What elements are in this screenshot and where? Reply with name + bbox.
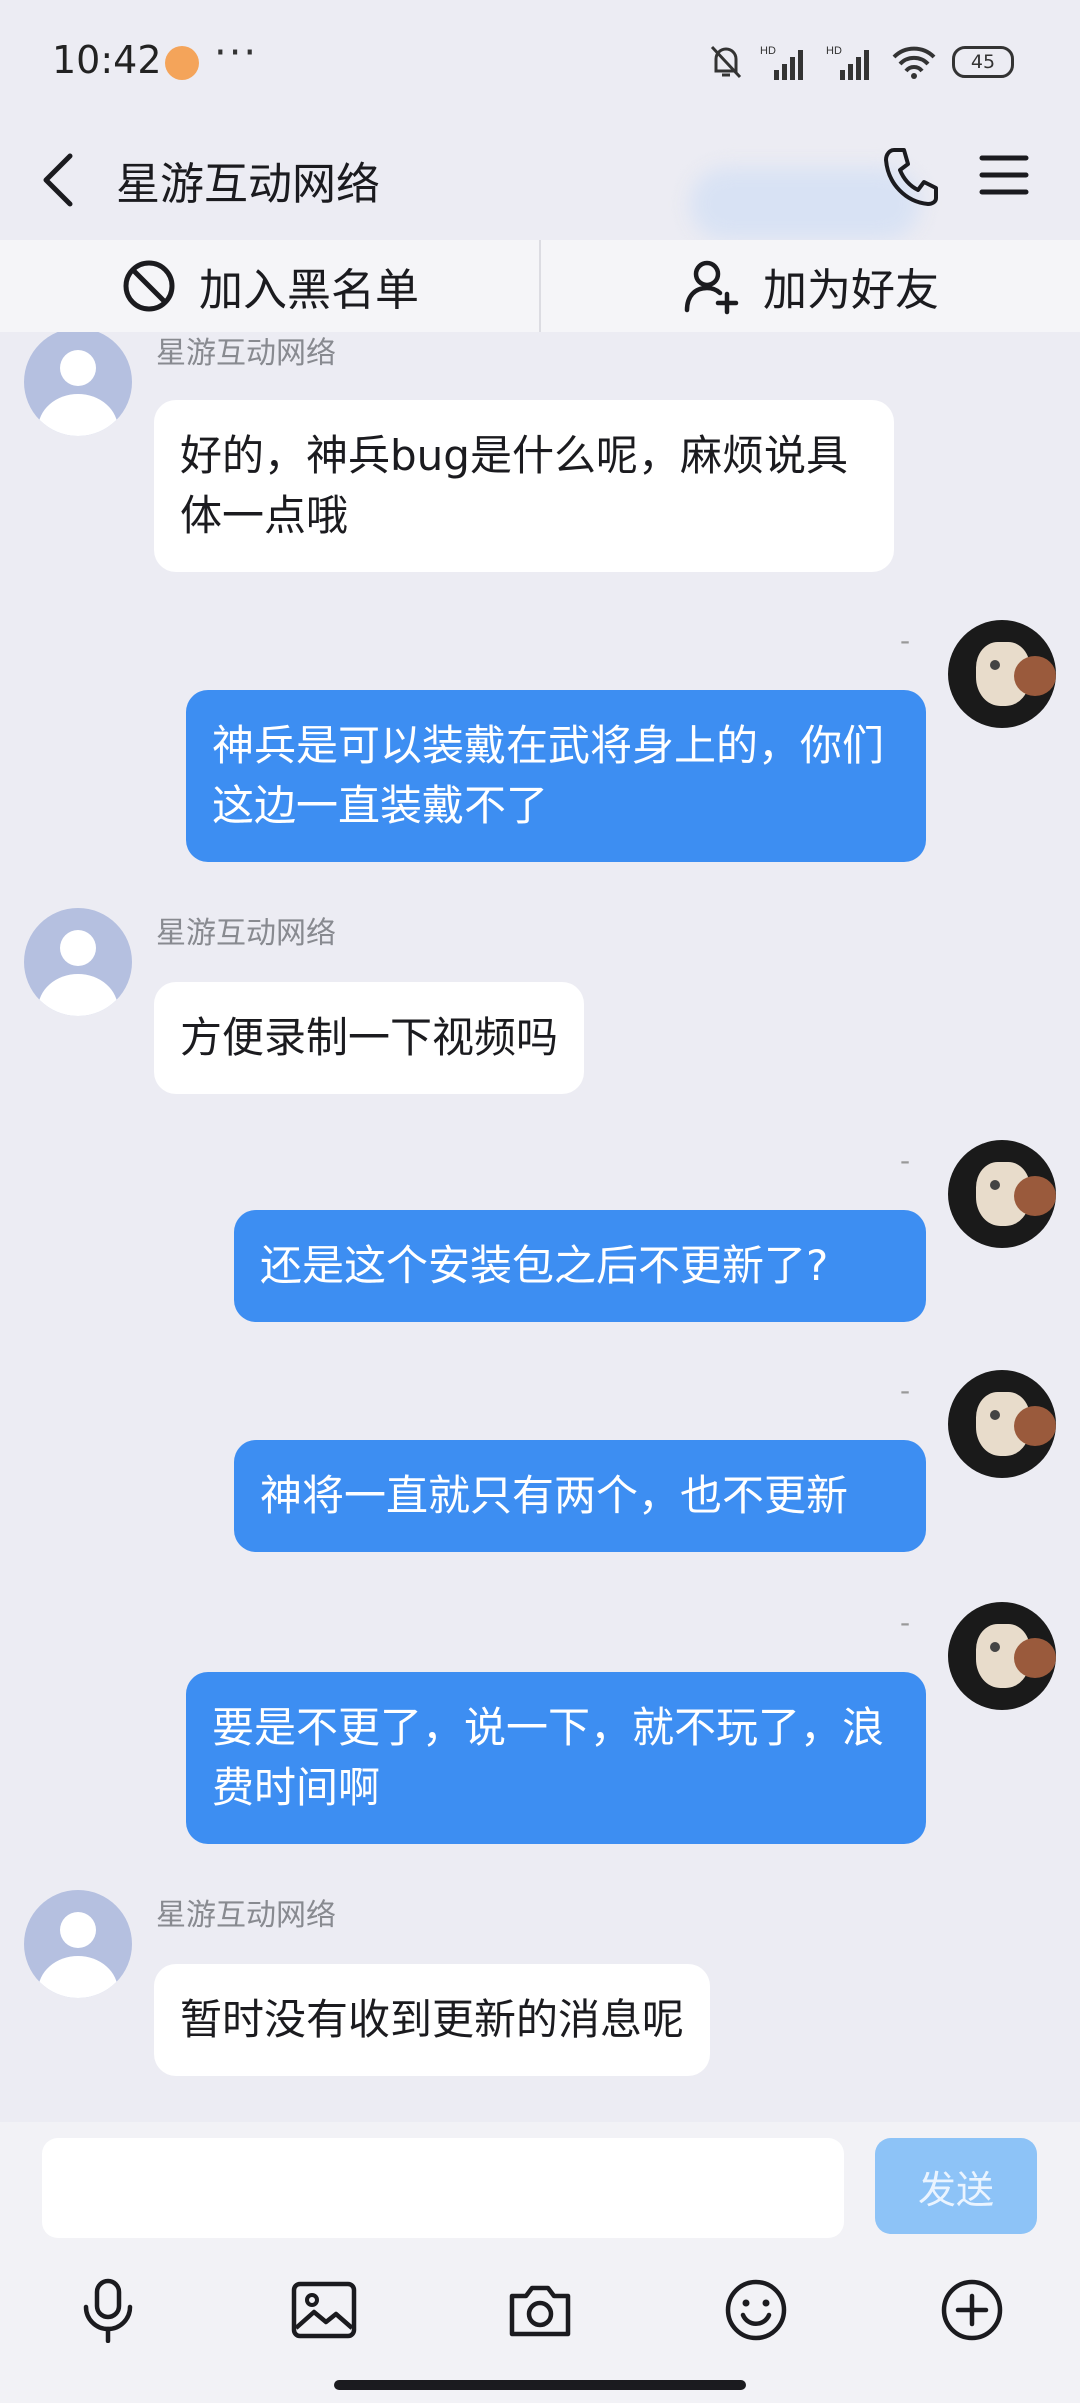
svg-text:HD: HD — [760, 45, 776, 57]
sender-name: 星游互动网络 — [156, 336, 336, 371]
contact-action-bar: 加入黑名单 加为好友 — [0, 240, 1080, 332]
status-time: 10:42 — [52, 38, 162, 82]
user-avatar[interactable] — [948, 1140, 1056, 1248]
chat-header: 星游互动网络 — [0, 130, 1080, 240]
plus-icon — [941, 2279, 1003, 2341]
image-button[interactable] — [284, 2270, 364, 2350]
hamburger-menu-icon — [979, 155, 1029, 195]
contact-avatar[interactable] — [24, 1890, 132, 1998]
menu-button[interactable] — [978, 150, 1030, 204]
signal-1-icon: HD — [760, 45, 803, 80]
battery-icon: 45 — [952, 46, 1014, 78]
message-meta: - — [900, 1374, 911, 1407]
user-avatar[interactable] — [948, 1370, 1056, 1478]
page-title: 星游互动网络 — [116, 159, 380, 210]
status-bar: 10:42 ··· HD HD 45 — [0, 0, 1080, 130]
more-button[interactable] — [932, 2270, 1012, 2350]
more-notifications-indicator: ··· — [214, 30, 259, 76]
user-avatar[interactable] — [948, 1602, 1056, 1710]
user-avatar[interactable] — [948, 620, 1056, 728]
emoji-button[interactable] — [716, 2270, 796, 2350]
composer-toolbar — [0, 2270, 1080, 2350]
voice-button[interactable] — [68, 2270, 148, 2350]
message-bubble-outgoing[interactable]: 神将一直就只有两个，也不更新 — [234, 1440, 926, 1552]
message-bubble-incoming[interactable]: 好的，神兵bug是什么呢，麻烦说具体一点哦 — [154, 400, 894, 572]
contact-avatar[interactable] — [24, 908, 132, 1016]
message-bubble-outgoing[interactable]: 神兵是可以装戴在武将身上的，你们这边一直装戴不了 — [186, 690, 926, 862]
sender-name: 星游互动网络 — [156, 1898, 336, 1933]
camera-button[interactable] — [500, 2270, 580, 2350]
add-friend-label: 加为好友 — [763, 265, 939, 316]
system-icons: HD HD 45 — [708, 42, 1014, 82]
phone-icon — [884, 148, 938, 206]
composer: 发送 — [0, 2122, 1080, 2403]
image-icon — [291, 2281, 357, 2339]
chevron-left-icon — [43, 153, 73, 207]
add-friend-button[interactable]: 加为好友 — [540, 240, 1080, 332]
mute-bell-icon — [710, 45, 742, 79]
message-input[interactable] — [42, 2138, 844, 2238]
signal-2-icon: HD — [826, 45, 869, 80]
message-bubble-incoming[interactable]: 暂时没有收到更新的消息呢 — [154, 1964, 711, 2076]
emoji-icon — [725, 2279, 787, 2341]
block-icon — [123, 260, 175, 312]
camera-icon — [509, 2285, 571, 2337]
app-notification-icon — [165, 46, 199, 80]
message-meta: - — [900, 1144, 911, 1177]
message-list[interactable]: 星游互动网络 好的，神兵bug是什么呢，麻烦说具体一点哦 - 神兵是可以装戴在武… — [0, 332, 1080, 2122]
message-bubble-outgoing[interactable]: 还是这个安装包之后不更新了? — [234, 1210, 926, 1322]
call-button[interactable] — [880, 144, 940, 212]
wifi-icon — [892, 46, 936, 79]
add-user-icon — [684, 260, 739, 315]
message-bubble-outgoing[interactable]: 要是不更了，说一下，就不玩了，浪费时间啊 — [186, 1672, 926, 1844]
contact-avatar[interactable] — [24, 332, 132, 436]
block-button[interactable]: 加入黑名单 — [0, 240, 540, 332]
message-meta: - — [900, 1606, 911, 1639]
microphone-icon — [83, 2278, 133, 2343]
back-button[interactable] — [36, 142, 80, 222]
action-divider — [539, 240, 541, 332]
message-bubble-incoming[interactable]: 方便录制一下视频吗 — [154, 982, 585, 1094]
home-indicator[interactable] — [334, 2380, 746, 2390]
svg-text:HD: HD — [826, 45, 842, 57]
sender-name: 星游互动网络 — [156, 916, 336, 951]
block-label: 加入黑名单 — [199, 265, 419, 316]
message-meta: - — [900, 624, 911, 657]
send-button[interactable]: 发送 — [875, 2138, 1037, 2234]
